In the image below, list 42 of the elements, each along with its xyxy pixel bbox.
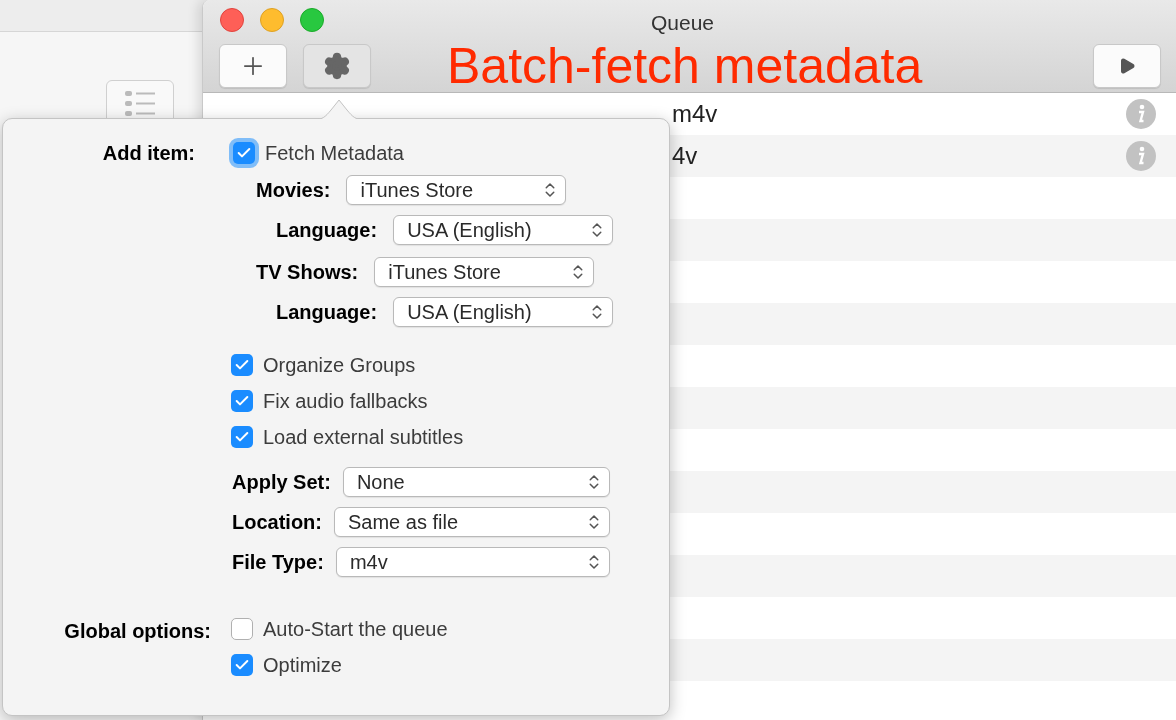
checkbox[interactable] xyxy=(231,426,253,448)
info-icon[interactable] xyxy=(1126,141,1156,171)
minimize-button[interactable] xyxy=(260,8,284,32)
zoom-button[interactable] xyxy=(300,8,324,32)
settings-button[interactable] xyxy=(303,44,371,88)
popup-menu[interactable]: iTunes Store xyxy=(346,175,567,205)
checkbox-label: Organize Groups xyxy=(263,353,416,378)
popup-menu[interactable]: m4v xyxy=(335,547,610,577)
settings-icon xyxy=(323,52,351,80)
field-label: Apply Set: xyxy=(232,470,331,495)
popup-menu[interactable]: None xyxy=(342,467,610,497)
play-icon xyxy=(1118,57,1136,75)
field-label: Global options: xyxy=(63,619,211,644)
field-label: File Type: xyxy=(232,550,324,575)
checkbox-label: Auto-Start the queue xyxy=(263,617,448,642)
checkbox[interactable] xyxy=(231,654,253,676)
field-label: Movies: xyxy=(256,178,331,203)
field-label: Location: xyxy=(232,510,322,535)
list-icon xyxy=(125,91,155,117)
popup-menu[interactable]: Same as file xyxy=(334,507,610,537)
popup-menu[interactable]: USA (English) xyxy=(393,297,614,327)
info-icon[interactable] xyxy=(1126,99,1156,129)
file-name: 4v xyxy=(672,141,699,171)
checkbox[interactable] xyxy=(231,390,253,412)
field-label: TV Shows: xyxy=(256,260,359,285)
popup-menu[interactable]: iTunes Store xyxy=(374,257,595,287)
popup-menu[interactable]: USA (English) xyxy=(393,215,614,245)
window-title: Queue xyxy=(651,10,715,36)
start-button[interactable] xyxy=(1093,44,1161,88)
file-name: m4v xyxy=(672,99,719,129)
field-label: Language: xyxy=(276,218,378,243)
field-label: Add item: xyxy=(101,141,196,166)
annotation-text: Batch-fetch metadata xyxy=(447,41,924,91)
add-button[interactable] xyxy=(219,44,287,88)
checkbox-label: Fix audio fallbacks xyxy=(263,389,428,414)
checkbox-label: Optimize xyxy=(263,653,342,678)
close-button[interactable] xyxy=(220,8,244,32)
checkbox[interactable] xyxy=(231,618,253,640)
field-label: Language: xyxy=(276,300,378,325)
checkbox-label: Load external subtitles xyxy=(263,425,464,450)
checkbox-label: Fetch Metadata xyxy=(265,141,404,166)
checkbox[interactable] xyxy=(231,354,253,376)
